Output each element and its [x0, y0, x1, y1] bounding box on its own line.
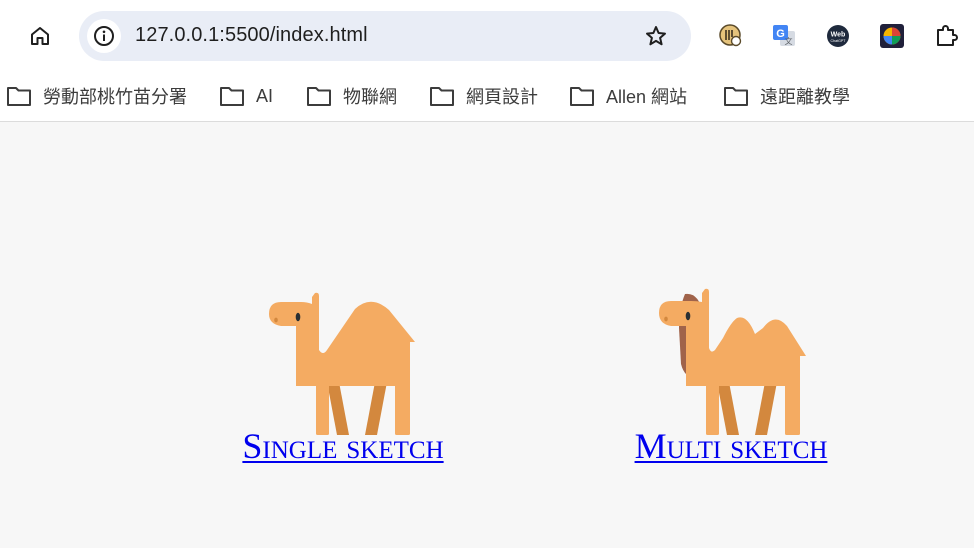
svg-text:ChatGPT: ChatGPT [831, 39, 847, 43]
bookmark-folder[interactable]: 網頁設計 [429, 79, 538, 113]
folder-icon [724, 87, 748, 106]
wallet-extension-button[interactable] [717, 22, 745, 50]
webchatgpt-extension-button[interactable]: Web ChatGPT [824, 22, 852, 50]
folder-icon [430, 87, 454, 106]
multi-sketch-link[interactable]: Multi sketch [635, 428, 828, 464]
svg-text:文: 文 [785, 36, 793, 46]
svg-text:G: G [776, 28, 785, 40]
one-hump-camel-icon[interactable] [263, 284, 423, 436]
svg-text:Web: Web [831, 32, 846, 39]
single-sketch-link[interactable]: Single sketch [242, 428, 443, 464]
bookmark-label: Allen 網站 [606, 87, 688, 107]
bookmark-label: 網頁設計 [466, 87, 538, 107]
url-text[interactable]: 127.0.0.1:5500/index.html [135, 24, 368, 47]
bookmark-folder[interactable]: 勞動部桃竹苗分署 [6, 79, 187, 113]
colorful-extension-button[interactable] [878, 22, 906, 50]
bookmark-label: 物聯網 [343, 87, 397, 107]
home-icon [31, 27, 49, 45]
folder-icon [7, 87, 31, 106]
bookmark-folder[interactable]: Allen 網站 [569, 79, 687, 113]
folder-icon [220, 87, 244, 106]
bookmark-folder[interactable]: AI [219, 79, 273, 113]
star-icon [646, 26, 666, 46]
bookmark-label: 勞動部桃竹苗分署 [43, 87, 187, 107]
bookmark-folder[interactable]: 物聯網 [306, 79, 397, 113]
extensions-puzzle-icon [937, 25, 958, 46]
two-hump-camel-icon[interactable] [651, 284, 811, 436]
browser-toolbar: 127.0.0.1:5500/index.html G 文 Web ChatGP… [0, 0, 974, 70]
webchatgpt-extension-icon: Web ChatGPT [827, 25, 849, 47]
bookmark-folder[interactable]: 遠距離教學 [723, 79, 850, 113]
google-translate-extension-button[interactable]: G 文 [770, 22, 798, 50]
bookmark-label: AI [256, 85, 274, 106]
site-info-button[interactable] [87, 19, 121, 53]
bookmark-label: 遠距離教學 [760, 87, 850, 107]
info-icon [94, 26, 114, 46]
colorful-extension-icon [880, 24, 904, 48]
wallet-extension-icon [719, 24, 742, 47]
address-bar[interactable]: 127.0.0.1:5500/index.html [79, 11, 691, 61]
extensions-button[interactable] [932, 22, 960, 50]
folder-icon [570, 87, 594, 106]
folder-icon [307, 87, 331, 106]
home-button[interactable] [24, 20, 56, 52]
bookmark-star-button[interactable] [643, 23, 669, 49]
bookmarks-bar: 勞動部桃竹苗分署 AI 物聯網 網頁設計 Allen 網站 遠距離教學 [0, 70, 974, 122]
multi-sketch-card: Multi sketch [635, 284, 827, 464]
single-sketch-card: Single sketch [242, 284, 444, 464]
google-translate-extension-icon: G 文 [773, 25, 795, 46]
